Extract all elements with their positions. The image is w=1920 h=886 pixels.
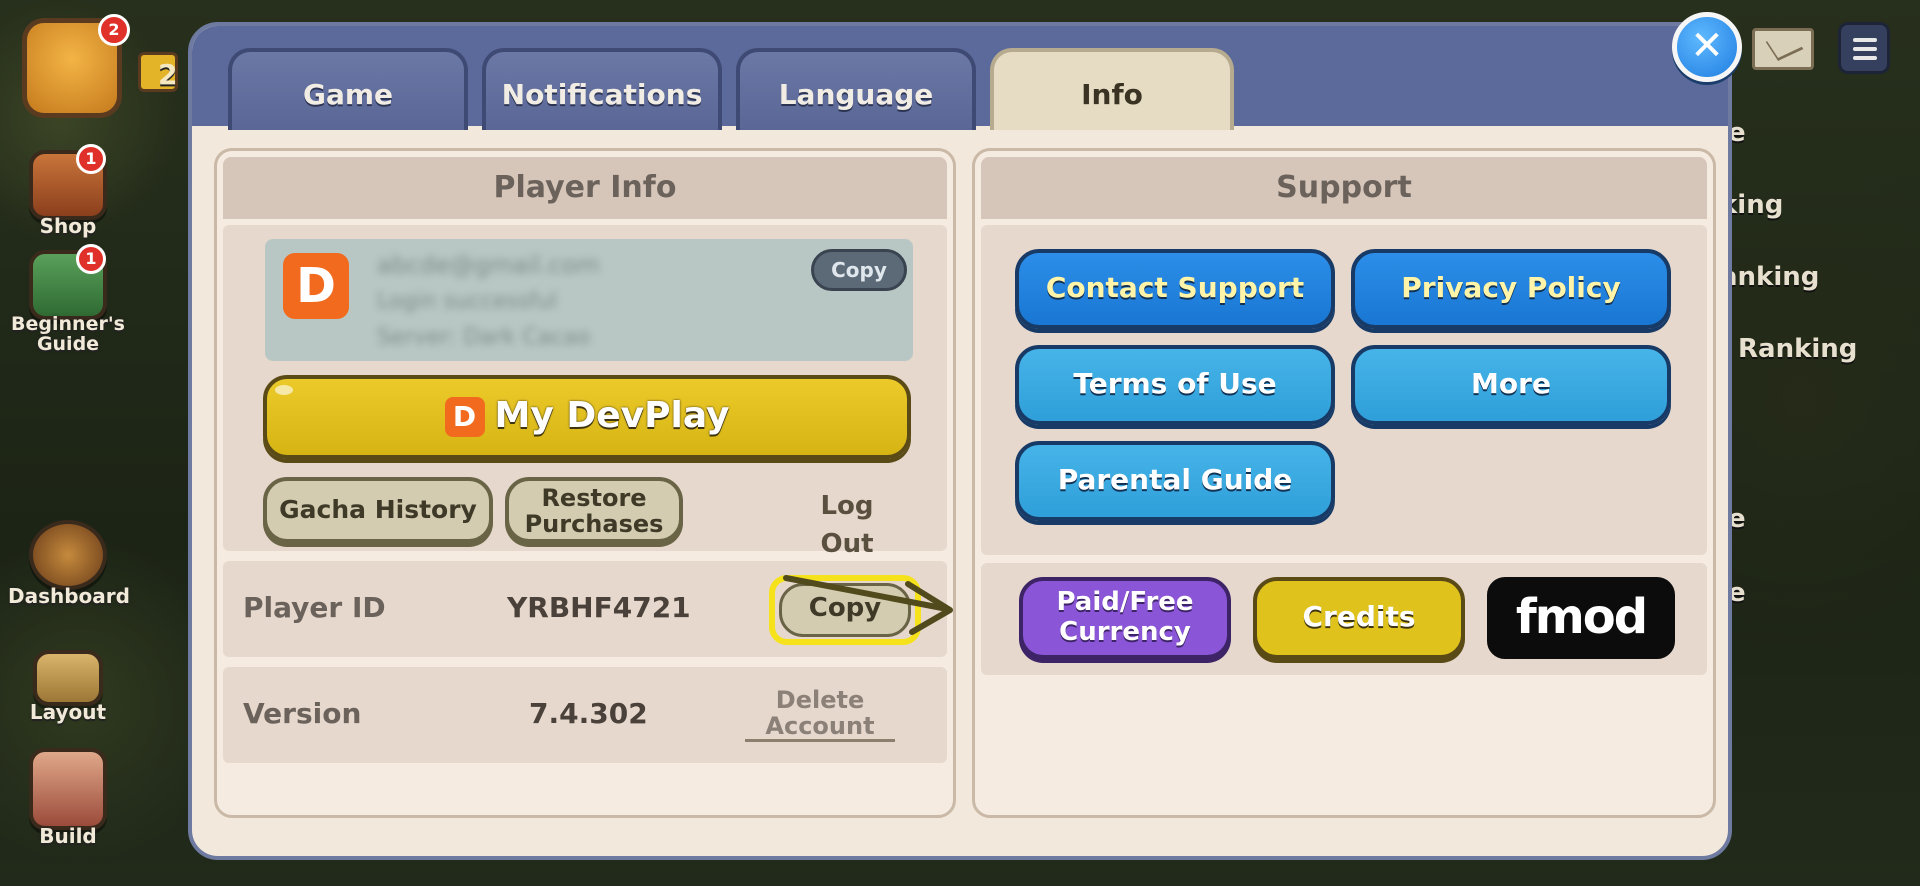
- version-label: Version: [243, 697, 362, 730]
- hud-shop[interactable]: 1 Shop: [8, 144, 128, 238]
- right-hud-fragment: Ranking: [1738, 334, 1858, 364]
- player-info-title: Player Info: [223, 157, 947, 219]
- account-server: Server: Dark Cacao: [377, 325, 591, 350]
- account-email: abcde@gmail.com: [377, 251, 600, 279]
- settings-dialog: Game Notifications Language Info Player …: [188, 22, 1732, 860]
- support-title: Support: [981, 157, 1707, 219]
- privacy-policy-button[interactable]: Privacy Policy: [1351, 249, 1671, 329]
- layout-label: Layout: [29, 700, 107, 724]
- support-panel: Support Contact Support Privacy Policy T…: [972, 148, 1716, 818]
- copy-email-button[interactable]: Copy: [811, 249, 907, 291]
- hud-build[interactable]: Build: [8, 748, 128, 848]
- shop-label: Shop: [39, 214, 97, 238]
- guide-label: Beginner's Guide: [11, 313, 125, 355]
- shop-badge: 1: [76, 144, 106, 174]
- hud-dashboard[interactable]: Dashboard: [8, 520, 130, 608]
- support-links-section: Contact Support Privacy Policy Terms of …: [981, 225, 1707, 555]
- avatar-badge: 2: [98, 14, 130, 46]
- dashboard-icon: [29, 520, 107, 590]
- tab-language[interactable]: Language: [736, 48, 976, 130]
- version-value: 7.4.302: [529, 697, 648, 730]
- tab-info[interactable]: Info: [990, 48, 1234, 130]
- account-section: D abcde@gmail.com Login successful Serve…: [223, 225, 947, 566]
- my-devplay-button[interactable]: D My DevPlay: [263, 375, 911, 459]
- log-out-link[interactable]: Log Out: [795, 487, 899, 566]
- layout-icon: [33, 650, 103, 706]
- guide-badge: 1: [76, 244, 106, 274]
- hud-layout[interactable]: Layout: [8, 650, 128, 724]
- my-devplay-label: My DevPlay: [494, 395, 730, 436]
- player-info-panel: Player Info D abcde@gmail.com Login succ…: [214, 148, 956, 818]
- tab-game[interactable]: Game: [228, 48, 468, 130]
- account-status: Login successful: [377, 289, 558, 314]
- tab-bar: Game Notifications Language Info: [192, 26, 1728, 130]
- restore-purchases-button[interactable]: Restore Purchases: [505, 477, 683, 543]
- version-row: Version 7.4.302 Delete Account: [223, 667, 947, 763]
- contact-support-button[interactable]: Contact Support: [1015, 249, 1335, 329]
- left-hud: 2 2 1 Shop 1 Beginner's Guide Dashboard …: [0, 0, 178, 886]
- delete-account-link[interactable]: Delete Account: [745, 687, 895, 742]
- hamburger-menu-icon[interactable]: [1838, 22, 1890, 74]
- terms-of-use-button[interactable]: Terms of Use: [1015, 345, 1335, 425]
- mail-icon[interactable]: [1752, 28, 1814, 70]
- parental-guide-button[interactable]: Parental Guide: [1015, 441, 1335, 521]
- close-icon[interactable]: ✕: [1672, 12, 1742, 82]
- fmod-logo-button[interactable]: fmod: [1487, 577, 1675, 659]
- devplay-logo-icon: D: [283, 253, 349, 319]
- pointer-arrow-icon: [783, 575, 953, 635]
- gacha-history-button[interactable]: Gacha History: [263, 477, 493, 543]
- build-icon: [29, 748, 107, 830]
- tab-notifications[interactable]: Notifications: [482, 48, 722, 130]
- hud-beginners-guide[interactable]: 1 Beginner's Guide: [8, 244, 128, 355]
- support-extras-section: Paid/Free Currency Credits fmod: [981, 563, 1707, 675]
- more-button[interactable]: More: [1351, 345, 1671, 425]
- gloss: [275, 385, 293, 395]
- credits-button[interactable]: Credits: [1253, 577, 1465, 659]
- devplay-small-logo-icon: D: [444, 397, 485, 437]
- crown-count: 2: [158, 58, 178, 91]
- right-hud-fragment: anking: [1720, 262, 1820, 292]
- player-id-label: Player ID: [243, 591, 386, 624]
- dashboard-label: Dashboard: [8, 584, 130, 608]
- account-card: D abcde@gmail.com Login successful Serve…: [265, 239, 913, 361]
- player-id-value: YRBHF4721: [507, 591, 691, 624]
- paid-free-currency-button[interactable]: Paid/Free Currency: [1019, 577, 1231, 659]
- build-label: Build: [39, 824, 97, 848]
